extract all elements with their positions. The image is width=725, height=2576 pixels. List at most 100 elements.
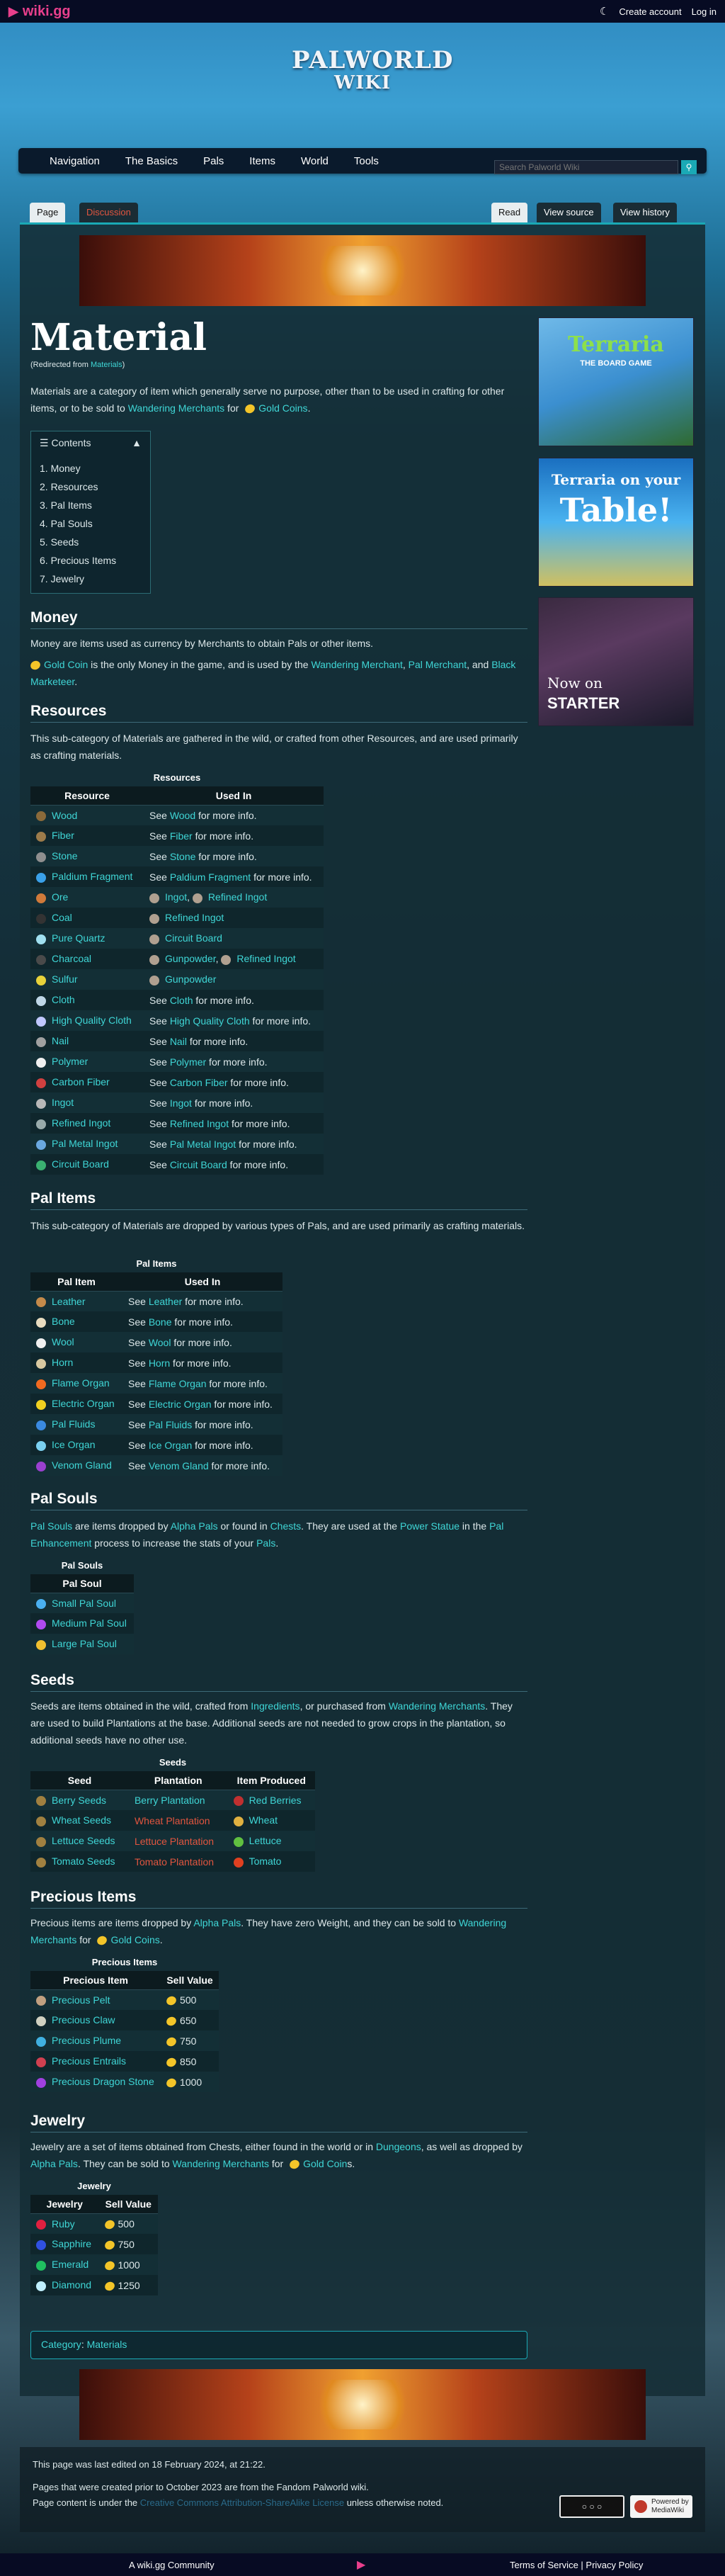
- used-in-link[interactable]: Ingot: [165, 891, 187, 903]
- login-link[interactable]: Log in: [692, 6, 717, 17]
- pal-item-name-link[interactable]: Wool: [52, 1336, 74, 1348]
- tab-page[interactable]: Page: [30, 203, 66, 222]
- chevron-up-icon[interactable]: ▲: [132, 437, 142, 448]
- pal-item-name-link[interactable]: Flame Organ: [52, 1377, 110, 1389]
- tab-read[interactable]: Read: [491, 203, 528, 222]
- nav-world[interactable]: World: [301, 155, 329, 167]
- ad-terraria-on-your-table[interactable]: Terraria on your Table!: [538, 458, 694, 587]
- jewelry-name-link[interactable]: Sapphire: [52, 2238, 91, 2249]
- link-gold-coin[interactable]: Gold Coin: [303, 2158, 347, 2169]
- column-header-sell-value[interactable]: Sell Value: [161, 1971, 219, 1990]
- link-gold-coins[interactable]: Gold Coins: [110, 1934, 159, 1945]
- used-in-link[interactable]: Ice Organ: [149, 1440, 192, 1451]
- create-account-link[interactable]: Create account: [619, 6, 681, 17]
- nav-navigation[interactable]: Navigation: [50, 155, 100, 167]
- nav-tools[interactable]: Tools: [354, 155, 379, 167]
- resource-name-link[interactable]: Ingot: [52, 1097, 74, 1108]
- jewelry-name-link[interactable]: Ruby: [52, 2218, 75, 2230]
- community-label[interactable]: A wiki.gg Community: [129, 2560, 215, 2570]
- resource-name-link[interactable]: Fiber: [52, 830, 74, 841]
- item-produced-link[interactable]: Tomato: [249, 1855, 282, 1867]
- used-in-link[interactable]: Electric Organ: [149, 1399, 212, 1410]
- link-alpha-pals[interactable]: Alpha Pals: [30, 2158, 78, 2169]
- column-header-used-in[interactable]: Used In: [144, 786, 324, 806]
- precious-item-name-link[interactable]: Precious Pelt: [52, 1994, 110, 2006]
- used-in-link[interactable]: Paldium Fragment: [170, 871, 251, 883]
- used-in-link[interactable]: Venom Gland: [149, 1460, 209, 1471]
- intro-link-wandering-merchants[interactable]: Wandering Merchants: [128, 402, 224, 414]
- plantation-link[interactable]: Lettuce Plantation: [135, 1836, 214, 1847]
- used-in-link[interactable]: Circuit Board: [170, 1159, 227, 1170]
- category-label-link[interactable]: Category: [41, 2339, 81, 2350]
- precious-item-name-link[interactable]: Precious Dragon Stone: [52, 2076, 154, 2087]
- toc-item-precious-items[interactable]: 6. Precious Items: [40, 551, 142, 570]
- link-pals[interactable]: Pals: [256, 1537, 275, 1549]
- tab-discussion[interactable]: Discussion: [79, 203, 138, 222]
- column-header-item-produced[interactable]: Item Produced: [227, 1771, 315, 1790]
- toc-item-pal-items[interactable]: 3. Pal Items: [40, 496, 142, 514]
- wikigg-logo[interactable]: ▶ wiki.gg: [8, 4, 71, 20]
- plantation-link[interactable]: Berry Plantation: [135, 1795, 205, 1806]
- search-button[interactable]: ⚲: [681, 160, 697, 174]
- resource-name-link[interactable]: Refined Ingot: [52, 1117, 110, 1129]
- money-link-gold-coin[interactable]: Gold Coin: [44, 659, 88, 670]
- pal-soul-name-link[interactable]: Small Pal Soul: [52, 1598, 116, 1609]
- precious-item-name-link[interactable]: Precious Entrails: [52, 2055, 126, 2067]
- resource-name-link[interactable]: Stone: [52, 850, 78, 862]
- search-input[interactable]: [494, 160, 678, 174]
- link-dungeons[interactable]: Dungeons: [376, 2141, 421, 2152]
- used-in-link[interactable]: Polymer: [170, 1056, 206, 1068]
- used-in-link[interactable]: Refined Ingot: [208, 891, 267, 903]
- plantation-link[interactable]: Tomato Plantation: [135, 1856, 214, 1868]
- wikigg-small-icon[interactable]: ▶: [357, 2558, 365, 2572]
- resource-name-link[interactable]: Pal Metal Ingot: [52, 1138, 118, 1149]
- pal-item-name-link[interactable]: Ice Organ: [52, 1439, 95, 1450]
- privacy-link[interactable]: Privacy Policy: [586, 2560, 643, 2570]
- used-in-link[interactable]: Pal Fluids: [149, 1419, 192, 1430]
- used-in-link[interactable]: Horn: [149, 1357, 170, 1369]
- nav-items[interactable]: Items: [249, 155, 275, 167]
- used-in-link[interactable]: Refined Ingot: [236, 953, 295, 964]
- column-header-used-in[interactable]: Used In: [122, 1272, 282, 1292]
- used-in-link[interactable]: Gunpowder: [165, 953, 216, 964]
- link-wandering-merchants[interactable]: Wandering Merchants: [389, 1700, 485, 1712]
- seed-name-link[interactable]: Wheat Seeds: [52, 1814, 111, 1826]
- pal-item-name-link[interactable]: Horn: [52, 1357, 73, 1368]
- mediawiki-badge[interactable]: Powered by MediaWiki: [630, 2495, 692, 2518]
- pal-item-name-link[interactable]: Venom Gland: [52, 1459, 112, 1471]
- ad-now-on-starter[interactable]: Now on STARTER: [538, 597, 694, 726]
- toc-item-resources[interactable]: 2. Resources: [40, 478, 142, 496]
- used-in-link[interactable]: Wood: [170, 810, 195, 821]
- tab-view-source[interactable]: View source: [537, 203, 601, 222]
- used-in-link[interactable]: Nail: [170, 1036, 187, 1047]
- link-chests[interactable]: Chests: [270, 1520, 302, 1532]
- link-pal-souls[interactable]: Pal Souls: [30, 1520, 72, 1532]
- tab-view-history[interactable]: View history: [613, 203, 677, 222]
- resource-name-link[interactable]: Nail: [52, 1035, 69, 1046]
- column-header-pal-item[interactable]: Pal Item: [30, 1272, 122, 1292]
- column-header-plantation[interactable]: Plantation: [128, 1771, 228, 1790]
- nav-pals[interactable]: Pals: [203, 155, 224, 167]
- nav-the-basics[interactable]: The Basics: [125, 155, 178, 167]
- toc-item-pal-souls[interactable]: 4. Pal Souls: [40, 514, 142, 533]
- resource-name-link[interactable]: Sulfur: [52, 973, 78, 985]
- pal-soul-name-link[interactable]: Large Pal Soul: [52, 1638, 117, 1649]
- used-in-link[interactable]: Pal Metal Ingot: [170, 1139, 236, 1150]
- link-alpha-pals[interactable]: Alpha Pals: [193, 1917, 241, 1928]
- cc-by-sa-badge[interactable]: ○ ○ ○: [559, 2495, 624, 2518]
- resource-name-link[interactable]: Ore: [52, 891, 68, 903]
- redirect-link[interactable]: Materials: [91, 361, 122, 369]
- jewelry-name-link[interactable]: Diamond: [52, 2279, 91, 2290]
- link-wandering-merchants[interactable]: Wandering Merchants: [173, 2158, 269, 2169]
- seed-name-link[interactable]: Lettuce Seeds: [52, 1835, 115, 1846]
- terms-link[interactable]: Terms of Service: [510, 2560, 578, 2570]
- toc-item-jewelry[interactable]: 7. Jewelry: [40, 570, 142, 588]
- item-produced-link[interactable]: Wheat: [249, 1814, 278, 1826]
- precious-item-name-link[interactable]: Precious Plume: [52, 2035, 121, 2046]
- seed-name-link[interactable]: Berry Seeds: [52, 1795, 106, 1806]
- used-in-link[interactable]: Refined Ingot: [165, 912, 224, 923]
- used-in-link[interactable]: Circuit Board: [165, 932, 222, 944]
- pal-item-name-link[interactable]: Bone: [52, 1316, 75, 1327]
- used-in-link[interactable]: Refined Ingot: [170, 1118, 229, 1129]
- column-header-jewelry[interactable]: Jewelry: [30, 2195, 99, 2214]
